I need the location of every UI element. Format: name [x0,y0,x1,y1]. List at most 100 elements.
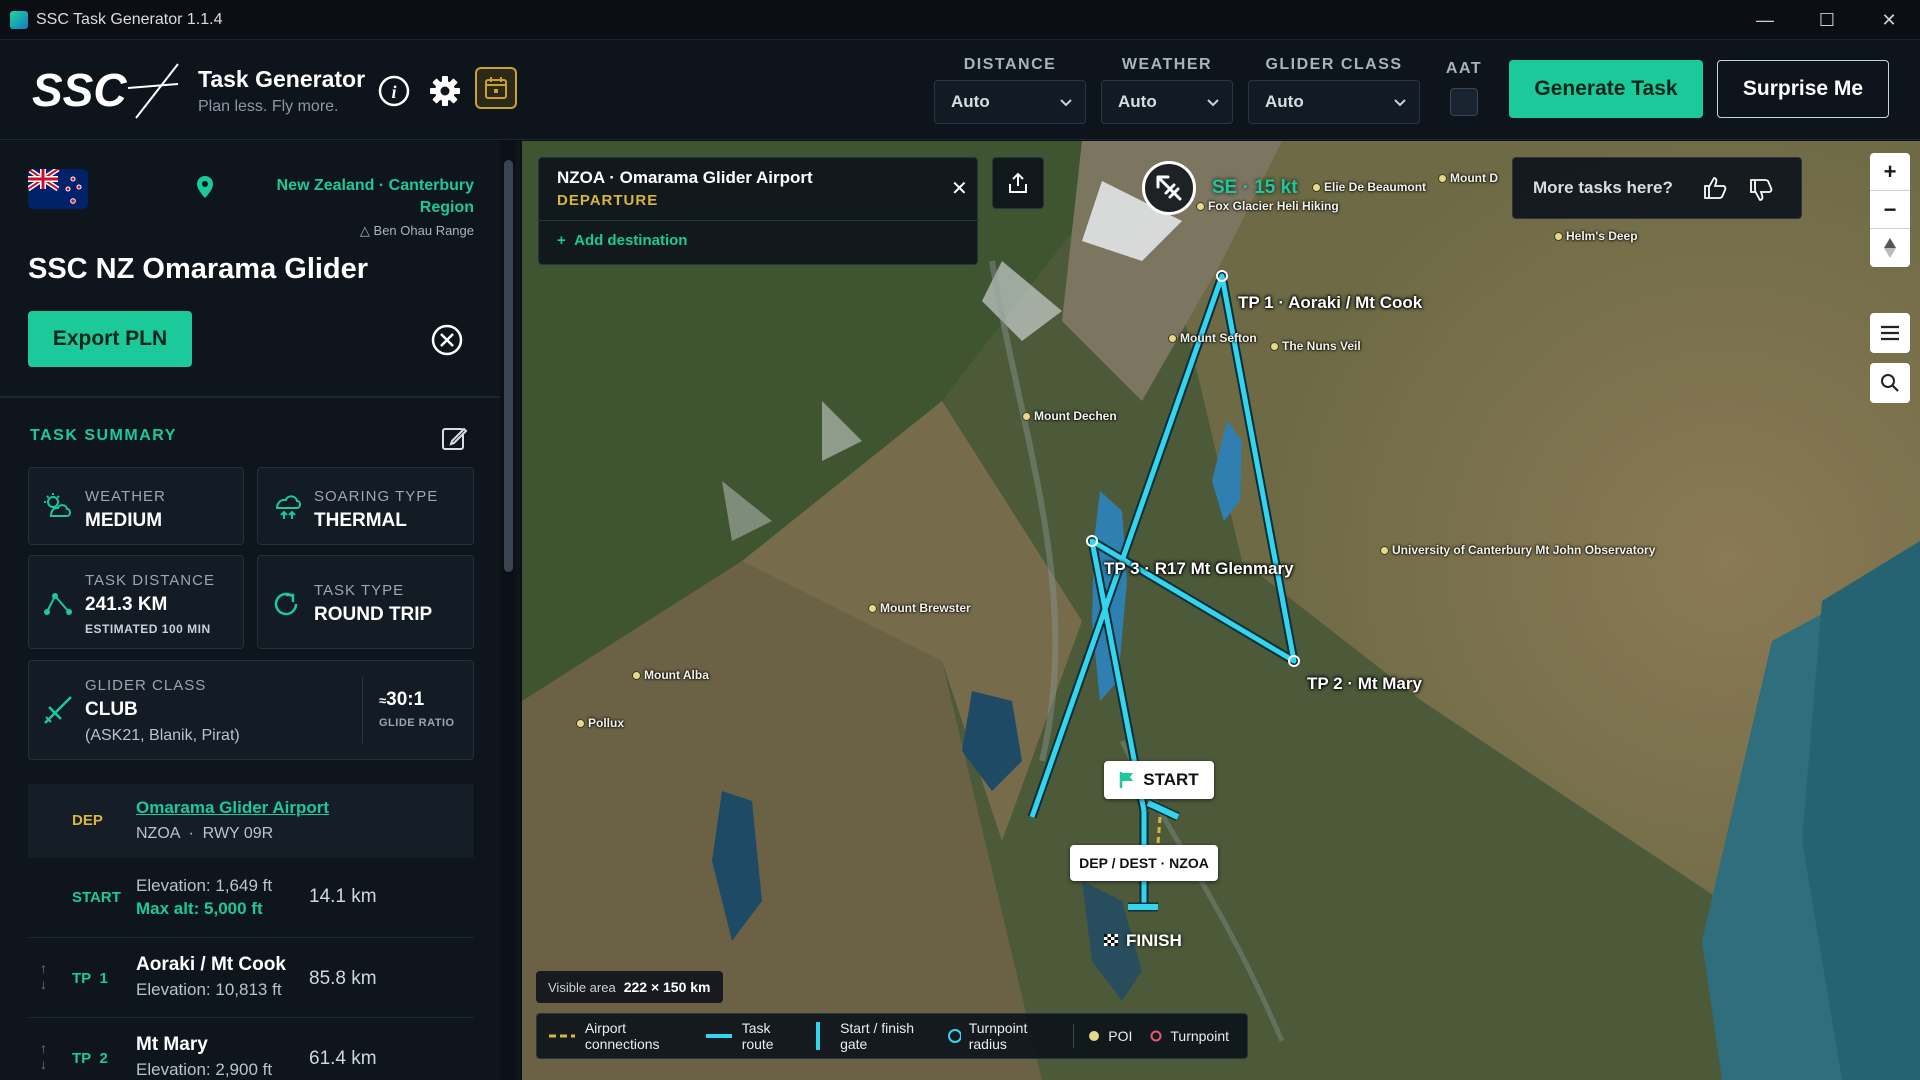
poi-pollux[interactable]: Pollux [576,716,624,730]
close-icon[interactable]: ✕ [951,176,968,201]
start-label: START [72,889,121,906]
task-sidebar: New Zealand · Canterbury Region △ Ben Oh… [0,141,520,1080]
poi-label: Mount Dechen [1034,409,1117,423]
thermal-cloud-icon [275,495,301,519]
legend-label: Start / finish gate [840,1020,914,1052]
wind-text: SE · 15 kt [1212,177,1298,198]
tp2-name: Mt Mary [136,1034,208,1055]
tp1-map-label[interactable]: TP 1 · Aoraki / Mt Cook [1238,293,1422,313]
brand-title: Task Generator [198,66,366,92]
poi-label: Fox Glacier Heli Hiking [1208,199,1339,213]
legend-turnpoint-radius: Turnpoint radius [947,1020,1055,1052]
maximize-button[interactable]: ☐ [1796,0,1858,40]
distance-card-value: 241.3 KM [85,594,168,615]
dep-details: NZOA · RWY 09R [136,825,273,843]
glide-ratio-number: 30:1 [386,689,425,710]
legend-turnpoint: Turnpoint [1150,1028,1229,1044]
share-icon [1009,172,1027,193]
dep-label: DEP [72,812,103,829]
thumbs-down-icon[interactable] [1749,178,1773,202]
layers-button[interactable] [1870,313,1910,353]
gear-icon[interactable] [427,73,463,109]
zoom-in-button[interactable]: + [1870,153,1910,191]
poi-helms-deep[interactable]: Helm's Deep [1554,229,1638,243]
tp2-label: TP 2 [72,1050,108,1067]
legend-divider [1073,1024,1075,1048]
weather-card-label: WEATHER [85,488,166,505]
divider [0,396,500,398]
visible-area-label: Visible area [548,979,616,995]
legend-label: POI [1108,1028,1133,1044]
dep-dest-marker[interactable]: DEP / DEST · NZOA [1070,845,1218,881]
share-button[interactable] [992,157,1044,209]
card-divider [362,677,363,743]
wind-arrow-icon [1156,175,1182,201]
poi-mount-alba[interactable]: Mount Alba [632,668,709,682]
poi-mount-brewster[interactable]: Mount Brewster [868,601,971,615]
poi-fox-glacier[interactable]: Fox Glacier Heli Hiking [1196,199,1339,213]
minimize-button[interactable]: — [1734,0,1796,40]
add-destination-button[interactable]: + Add destination [557,232,687,249]
app-header: SSC Task Generator Plan less. Fly more. … [0,40,1920,140]
sidebar-scroll-thumb[interactable] [504,160,513,572]
poi-mt-john-observatory[interactable]: University of Canterbury Mt John Observa… [1380,543,1655,557]
route-row-start[interactable]: START Elevation: 1,649 ft Max alt: 5,000… [28,858,474,938]
distance-select[interactable]: Auto [934,80,1086,124]
poi-label: The Nuns Veil [1282,339,1361,353]
weather-select[interactable]: Auto [1101,80,1233,124]
calendar-icon[interactable] [475,67,517,109]
tp3-map-label[interactable]: TP 3 · R17 Mt Glenmary [1104,559,1294,579]
poi-nuns-veil[interactable]: The Nuns Veil [1270,339,1361,353]
gate-line-icon [815,1022,820,1050]
legend-poi: POI [1088,1028,1132,1044]
zoom-out-button[interactable]: − [1870,191,1910,229]
poi-label: Helm's Deep [1566,229,1638,243]
page-title: SSC NZ Omarama Glider [28,253,369,285]
close-window-button[interactable]: ✕ [1858,0,1920,40]
poi-elie-de-beaumont[interactable]: Elie De Beaumont [1312,180,1426,194]
aat-checkbox[interactable] [1450,88,1478,116]
visible-area-value: 222 × 150 km [623,979,711,995]
distance-card-label: TASK DISTANCE [85,572,215,589]
tp1-label: TP 1 [72,970,108,987]
glider-class-select[interactable]: Auto [1248,80,1420,124]
surprise-me-button[interactable]: Surprise Me [1717,60,1889,118]
finish-marker[interactable]: FINISH [1104,931,1182,951]
legend-airport-connections: Airport connections [549,1020,688,1052]
map-search-button[interactable] [1870,363,1910,403]
poi-mount-sefton[interactable]: Mount Sefton [1168,331,1257,345]
edit-icon[interactable] [440,424,468,452]
close-icon[interactable] [430,323,464,357]
poi-mount-d[interactable]: Mount D [1438,171,1498,185]
poi-mount-dechen[interactable]: Mount Dechen [1022,409,1117,423]
dep-airport-link[interactable]: Omarama Glider Airport [136,798,329,818]
reorder-handle-icon[interactable]: ↑ ↓ [40,960,47,992]
tp1-prefix: TP [72,970,92,987]
more-tasks-label: More tasks here? [1533,178,1673,197]
start-marker[interactable]: START [1104,761,1214,799]
glider-card-value: CLUB [85,699,138,720]
tp2-map-label[interactable]: TP 2 · Mt Mary [1307,674,1422,694]
thumbs-up-icon[interactable] [1703,176,1727,200]
legend-label: Task route [741,1020,774,1052]
weather-value: Auto [1118,92,1157,111]
task-type-card-label: TASK TYPE [314,582,405,599]
logo-text: SSC [32,64,127,116]
more-tasks-panel: More tasks here? [1512,157,1802,219]
chevron-down-icon [1394,99,1406,107]
poi-label: Elie De Beaumont [1324,180,1427,194]
map-view[interactable]: Elie De Beaumont Mount D Fox Glacier Hel… [522,141,1920,1080]
route-row-dep[interactable]: DEP Omarama Glider Airport NZOA · RWY 09… [28,784,474,858]
export-pln-button[interactable]: Export PLN [28,311,192,367]
compass-button[interactable] [1870,229,1910,267]
dep-code: NZOA [136,825,180,842]
generate-task-button[interactable]: Generate Task [1509,60,1703,118]
info-icon[interactable]: i [376,73,412,109]
task-route-overlay [1027,270,1300,912]
route-row-tp1[interactable]: ↑ ↓ TP 1 Aoraki / Mt Cook Elevation: 10,8… [28,938,474,1018]
reorder-handle-icon[interactable]: ↑ ↓ [40,1040,47,1072]
route-row-tp2[interactable]: ↑ ↓ TP 2 Mt Mary Elevation: 2,900 ft 61.4… [28,1018,474,1080]
ssc-logo: SSC [32,63,179,119]
divider [539,220,979,221]
distance-card-estimate: ESTIMATED 100 MIN [85,622,211,636]
